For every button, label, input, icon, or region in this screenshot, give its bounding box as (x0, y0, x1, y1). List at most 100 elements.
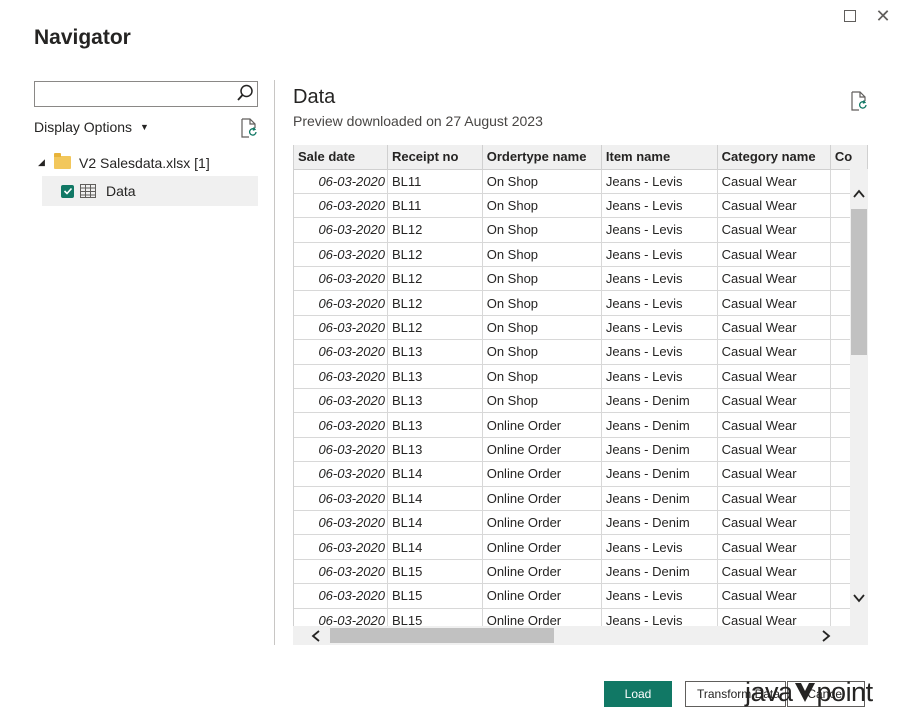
table-cell: Casual Wear (717, 242, 831, 268)
table-row: 06-03-2020 BL15 Online Order Jeans - Levis C… (294, 583, 868, 609)
vertical-scroll-thumb[interactable] (851, 209, 867, 355)
table-cell: 06-03-2020 (294, 290, 388, 316)
table-cell: BL13 (387, 388, 483, 414)
maximize-icon (844, 10, 856, 22)
table-cell: Jeans - Denim (601, 559, 718, 585)
table-cell: Jeans - Levis (601, 583, 718, 609)
table-cell: Jeans - Levis (601, 193, 718, 219)
table-cell: Jeans - Levis (601, 242, 718, 268)
load-button[interactable]: Load (604, 681, 672, 707)
display-options-label: Display Options (34, 119, 133, 135)
navigator-tree: ◢ V2 Salesdata.xlsx [1] Data (34, 150, 258, 206)
javatpoint-watermark: java point (745, 677, 873, 708)
scroll-left-icon[interactable] (311, 630, 321, 642)
table-cell: Casual Wear (717, 608, 831, 626)
table-row: 06-03-2020 BL14 Online Order Jeans - Denim C… (294, 510, 868, 536)
chevron-down-icon: ▼ (140, 122, 149, 132)
table-cell: BL15 (387, 559, 483, 585)
table-cell: On Shop (482, 217, 602, 243)
panel-divider (274, 80, 275, 645)
table-cell: Jeans - Denim (601, 461, 718, 487)
maximize-button[interactable] (840, 6, 860, 26)
column-header[interactable]: Item name (601, 145, 718, 170)
close-icon: ✕ (875, 5, 891, 26)
table-cell: 06-03-2020 (294, 559, 388, 585)
expand-icon[interactable]: ◢ (34, 157, 52, 168)
table-cell: Online Order (482, 486, 602, 511)
search-icon[interactable] (236, 84, 254, 102)
tree-item-label: Data (106, 183, 136, 199)
table-cell: Jeans - Levis (601, 217, 718, 243)
checkbox-checked[interactable] (61, 184, 74, 198)
column-header[interactable]: Category name (717, 145, 831, 170)
table-cell: 06-03-2020 (294, 339, 388, 365)
scroll-down-icon[interactable] (853, 593, 865, 603)
display-options-dropdown[interactable]: Display Options ▼ (34, 119, 149, 135)
table-cell: BL12 (387, 242, 483, 268)
table-cell: Online Order (482, 437, 602, 463)
column-header[interactable]: Receipt no (387, 145, 483, 170)
table-cell: BL12 (387, 217, 483, 243)
table-cell: Online Order (482, 534, 602, 560)
table-cell: 06-03-2020 (294, 486, 388, 511)
scroll-up-icon[interactable] (853, 189, 865, 199)
check-icon (63, 187, 72, 195)
folder-icon (54, 153, 71, 169)
column-header[interactable]: Ordertype name (482, 145, 602, 170)
table-cell: Online Order (482, 510, 602, 536)
table-row: 06-03-2020 BL12 On Shop Jeans - Levis Casual… (294, 315, 868, 341)
table-cell: BL12 (387, 315, 483, 341)
horizontal-scroll-thumb[interactable] (330, 628, 554, 643)
table-cell: Casual Wear (717, 266, 831, 292)
scroll-right-icon[interactable] (821, 630, 831, 642)
table-cell: Casual Wear (717, 534, 831, 560)
table-cell: Casual Wear (717, 412, 831, 438)
table-row: 06-03-2020 BL12 On Shop Jeans - Levis Casual… (294, 290, 868, 316)
horizontal-scrollbar[interactable] (293, 626, 868, 645)
table-cell: Casual Wear (717, 437, 831, 463)
file-label: V2 Salesdata.xlsx [1] (79, 154, 210, 171)
table-cell: Casual Wear (717, 290, 831, 316)
watermark-right: point (816, 677, 874, 707)
table-cell: 06-03-2020 (294, 193, 388, 219)
column-header[interactable]: Sale date (294, 145, 388, 170)
table-cell: Jeans - Levis (601, 266, 718, 292)
vertical-scrollbar[interactable] (850, 169, 868, 626)
data-table: Sale date Receipt no Ordertype name Item na… (294, 145, 868, 626)
table-cell: Jeans - Denim (601, 486, 718, 511)
column-header[interactable]: Co (830, 145, 868, 170)
table-cell: Jeans - Levis (601, 290, 718, 316)
table-cell: 06-03-2020 (294, 266, 388, 292)
table-cell: BL12 (387, 266, 483, 292)
table-cell: Casual Wear (717, 339, 831, 365)
table-row: 06-03-2020 BL13 On Shop Jeans - Denim Casual… (294, 388, 868, 414)
table-cell: On Shop (482, 388, 602, 414)
table-cell: Jeans - Denim (601, 437, 718, 463)
table-cell: 06-03-2020 (294, 388, 388, 414)
table-cell: Casual Wear (717, 193, 831, 219)
table-cell: Casual Wear (717, 559, 831, 585)
close-button[interactable]: ✕ (873, 6, 893, 26)
table-cell: Casual Wear (717, 169, 831, 194)
table-cell: 06-03-2020 (294, 534, 388, 560)
table-cell: Jeans - Denim (601, 510, 718, 536)
table-row: 06-03-2020 BL11 On Shop Jeans - Levis Casual… (294, 193, 868, 219)
preview-subtitle: Preview downloaded on 27 August 2023 (293, 113, 543, 129)
table-row: 06-03-2020 BL12 On Shop Jeans - Levis Casual… (294, 242, 868, 268)
refresh-icon[interactable] (240, 118, 258, 138)
table-cell: BL15 (387, 608, 483, 626)
refresh-icon[interactable] (850, 91, 868, 111)
tree-item-data[interactable]: Data (42, 176, 258, 206)
table-cell: Casual Wear (717, 388, 831, 414)
table-row: 06-03-2020 BL13 Online Order Jeans - Denim C… (294, 412, 868, 438)
table-row: 06-03-2020 BL11 On Shop Jeans - Levis Casual… (294, 169, 868, 194)
table-cell: Jeans - Levis (601, 608, 718, 626)
tree-node-file[interactable]: ◢ V2 Salesdata.xlsx [1] (34, 150, 258, 175)
table-cell: Online Order (482, 461, 602, 487)
search-input[interactable] (34, 81, 258, 107)
data-preview-grid[interactable]: Sale date Receipt no Ordertype name Item na… (293, 145, 868, 626)
table-cell: Online Order (482, 608, 602, 626)
table-row: 06-03-2020 BL12 On Shop Jeans - Levis Casual… (294, 266, 868, 292)
table-cell: BL11 (387, 193, 483, 219)
table-cell: Jeans - Denim (601, 412, 718, 438)
